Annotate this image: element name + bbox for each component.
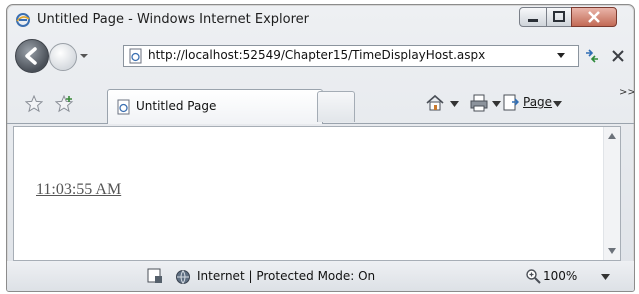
stop-icon <box>612 50 624 62</box>
close-window-button[interactable] <box>571 7 617 27</box>
browser-window: Untitled Page - Windows Internet Explore… <box>6 4 635 292</box>
home-button[interactable] <box>425 93 445 113</box>
page-menu-icon <box>503 94 519 111</box>
tab-untitled-page[interactable]: Untitled Page <box>107 89 323 124</box>
forward-button[interactable] <box>49 43 77 71</box>
address-bar[interactable]: http://localhost:52549/Chapter15/TimeDis… <box>123 45 579 67</box>
back-button[interactable] <box>15 39 49 73</box>
page-icon <box>129 48 142 64</box>
zoom-icon[interactable] <box>525 267 541 285</box>
navigation-bar: http://localhost:52549/Chapter15/TimeDis… <box>7 37 634 73</box>
ie-logo-icon <box>15 12 31 28</box>
stop-button[interactable] <box>607 45 629 67</box>
print-button[interactable] <box>469 93 489 113</box>
refresh-button[interactable] <box>581 45 603 67</box>
tab-label: Untitled Page <box>136 99 217 113</box>
back-arrow-icon <box>25 47 37 65</box>
url-text[interactable]: http://localhost:52549/Chapter15/TimeDis… <box>148 48 485 62</box>
more-commands-chevron[interactable]: >> <box>619 87 634 98</box>
page-content: 11:03:55 AM <box>13 126 621 261</box>
minimize-button[interactable] <box>519 7 547 27</box>
favorites-star-icon[interactable] <box>25 95 43 113</box>
security-zone-text: Internet | Protected Mode: On <box>197 269 376 283</box>
new-tab-button[interactable] <box>317 91 355 122</box>
maximize-button[interactable] <box>546 7 572 27</box>
address-dropdown-icon[interactable] <box>556 52 566 60</box>
tab-bar: Untitled Page Page >> <box>7 85 634 124</box>
page-status-icon <box>147 268 162 283</box>
page-menu-label: Page <box>523 95 553 109</box>
refresh-icon <box>586 49 598 63</box>
print-dropdown-icon[interactable] <box>492 101 501 107</box>
home-icon <box>426 94 444 111</box>
vertical-scrollbar[interactable] <box>603 127 620 260</box>
home-dropdown-icon[interactable] <box>450 101 459 107</box>
tab-page-icon <box>117 99 130 115</box>
title-bar: Untitled Page - Windows Internet Explore… <box>7 5 634 33</box>
scroll-up-icon[interactable] <box>608 133 616 139</box>
window-title: Untitled Page - Windows Internet Explore… <box>37 12 310 27</box>
add-favorite-icon[interactable] <box>55 95 75 113</box>
print-icon <box>470 94 488 112</box>
recent-pages-dropdown-icon[interactable] <box>79 51 89 61</box>
scroll-down-icon[interactable] <box>608 248 616 254</box>
time-display-link[interactable]: 11:03:55 AM <box>36 181 121 199</box>
status-bar: Internet | Protected Mode: On 100% <box>7 261 634 291</box>
internet-zone-globe-icon <box>176 270 190 284</box>
zoom-level[interactable]: 100% <box>543 269 577 283</box>
zoom-dropdown-icon[interactable] <box>601 274 610 280</box>
page-dropdown-icon <box>553 101 562 107</box>
